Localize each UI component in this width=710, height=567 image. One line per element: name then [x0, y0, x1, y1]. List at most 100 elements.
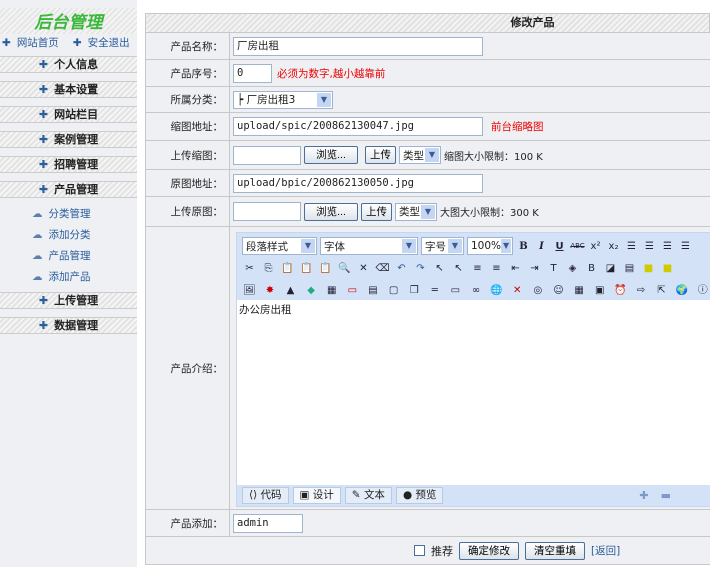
- unordered-list-icon[interactable]: ≡: [489, 261, 504, 276]
- fullscreen-icon[interactable]: ⇱: [654, 283, 669, 298]
- zoom-select[interactable]: 100% ▼: [467, 237, 513, 255]
- copy-page-icon[interactable]: ❐: [407, 283, 422, 298]
- underline-icon[interactable]: U: [552, 239, 567, 254]
- layer-back-icon[interactable]: ■: [660, 261, 675, 276]
- highlight-icon[interactable]: ◈: [565, 261, 580, 276]
- design-mode-tab[interactable]: ▣ 设计: [292, 487, 341, 504]
- select-all-icon[interactable]: ↖: [451, 261, 466, 276]
- unlink-icon[interactable]: ✕: [510, 283, 525, 298]
- font-select[interactable]: 字体 ▼: [320, 237, 418, 255]
- table-icon[interactable]: ▦: [324, 283, 339, 298]
- web-link-icon[interactable]: 🌐: [489, 283, 504, 298]
- sub-item-category-manage[interactable]: ☁ 分类管理: [32, 206, 91, 221]
- paragraph-style-select[interactable]: 段落样式 ▼: [242, 237, 317, 255]
- section-settings[interactable]: ✚ 基本设置: [0, 81, 137, 98]
- outdent-icon[interactable]: ⇤: [508, 261, 523, 276]
- find-icon[interactable]: 🔍: [337, 261, 352, 276]
- thumb-upload-button[interactable]: 上传: [365, 146, 396, 164]
- submit-button[interactable]: 确定修改: [459, 541, 519, 560]
- section-uploads[interactable]: ✚ 上传管理: [0, 292, 137, 309]
- select-icon[interactable]: ↖: [432, 261, 447, 276]
- anchor-icon[interactable]: ◎: [531, 283, 546, 298]
- link-icon[interactable]: ∞: [469, 283, 484, 298]
- align-center-icon[interactable]: ☰: [642, 239, 657, 254]
- image-upload-button[interactable]: 上传: [361, 202, 392, 221]
- expand-icon[interactable]: ✚: [639, 489, 648, 502]
- back-link[interactable]: [返回]: [591, 543, 620, 558]
- name-input[interactable]: 厂房出租: [233, 36, 483, 56]
- image-browse-button[interactable]: 浏览...: [304, 202, 358, 221]
- section-personal[interactable]: ✚ 个人信息: [0, 56, 137, 73]
- paste-text-icon[interactable]: 📋: [299, 261, 314, 276]
- align-right-icon[interactable]: ☰: [660, 239, 675, 254]
- file-icon[interactable]: ◆: [304, 283, 319, 298]
- mode-label: 文本: [363, 489, 385, 501]
- paste-icon[interactable]: 📋: [280, 261, 295, 276]
- layer-front-icon[interactable]: ■: [641, 261, 656, 276]
- justify-icon[interactable]: ☰: [678, 239, 693, 254]
- image-file-input[interactable]: [233, 202, 301, 221]
- text-color-icon[interactable]: T: [546, 261, 561, 276]
- section-data[interactable]: ✚ 数据管理: [0, 317, 137, 334]
- globe-icon[interactable]: 🌍: [675, 283, 690, 298]
- section-columns[interactable]: ✚ 网站栏目: [0, 106, 137, 123]
- page-break-icon[interactable]: ⇨: [634, 283, 649, 298]
- delete-icon[interactable]: ✕: [356, 261, 371, 276]
- thumb-file-input[interactable]: [233, 145, 301, 165]
- info-icon[interactable]: ⓘ: [695, 283, 710, 298]
- sub-item-product-manage[interactable]: ☁ 产品管理: [32, 248, 91, 263]
- line-icon[interactable]: ◪: [603, 261, 618, 276]
- bold-icon[interactable]: B: [516, 239, 531, 254]
- flash-icon[interactable]: ✸: [263, 283, 278, 298]
- reset-button[interactable]: 清空重填: [525, 541, 585, 560]
- thumb-url-input[interactable]: upload/spic/200862130047.jpg: [233, 117, 483, 136]
- media-icon[interactable]: ▲: [283, 283, 298, 298]
- align-left-icon[interactable]: ☰: [624, 239, 639, 254]
- insert-image-icon[interactable]: 🖼: [242, 283, 257, 298]
- font-size-select[interactable]: 字号 ▼: [421, 237, 464, 255]
- paste-word-icon[interactable]: 📋: [318, 261, 333, 276]
- redo-icon[interactable]: ↷: [413, 261, 428, 276]
- eraser-icon[interactable]: ⌫: [375, 261, 390, 276]
- preview-mode-tab[interactable]: ● 预览: [395, 487, 444, 504]
- cut-icon[interactable]: ✂: [242, 261, 257, 276]
- section-jobs[interactable]: ✚ 招聘管理: [0, 156, 137, 173]
- image-url-input[interactable]: upload/bpic/200862130050.jpg: [233, 173, 483, 193]
- editor-content-area[interactable]: 办公房出租: [237, 300, 710, 485]
- image-type-select[interactable]: 类型 ▼: [395, 202, 437, 221]
- code-mode-tab[interactable]: ⟨⟩ 代码: [242, 487, 289, 504]
- emoticon-icon[interactable]: ☺: [551, 283, 566, 298]
- sub-item-add-category[interactable]: ☁ 添加分类: [32, 227, 91, 242]
- logout-link[interactable]: ✚ 安全退出: [73, 35, 130, 50]
- border-icon[interactable]: ▤: [622, 261, 637, 276]
- subscript-icon[interactable]: x₂: [606, 239, 621, 254]
- category-select[interactable]: ┝ 厂房出租3 ▼: [233, 90, 333, 109]
- indent-icon[interactable]: ⇥: [527, 261, 542, 276]
- recommend-checkbox[interactable]: [414, 545, 425, 556]
- thumb-browse-button[interactable]: 浏览...: [304, 146, 358, 164]
- form-icon[interactable]: ▭: [345, 283, 360, 298]
- time-icon[interactable]: ⏰: [613, 283, 628, 298]
- order-input[interactable]: 0: [233, 63, 272, 83]
- strikethrough-icon[interactable]: ABC: [570, 239, 585, 254]
- marquee-icon[interactable]: ▭: [448, 283, 463, 298]
- shrink-icon[interactable]: ▬: [661, 489, 671, 502]
- italic-icon[interactable]: I: [534, 239, 549, 254]
- copy-icon[interactable]: ⎘: [261, 261, 276, 276]
- text-mode-tab[interactable]: ✎ 文本: [344, 487, 392, 504]
- background-color-icon[interactable]: B: [584, 261, 599, 276]
- adder-input[interactable]: admin: [233, 513, 303, 533]
- site-home-link[interactable]: ✚ 网站首页: [2, 35, 59, 50]
- frame-icon[interactable]: ▢: [386, 283, 401, 298]
- section-products[interactable]: ✚ 产品管理: [0, 181, 137, 198]
- hr-icon[interactable]: ═: [427, 283, 442, 298]
- thumb-type-select[interactable]: 类型 ▼: [399, 146, 441, 164]
- excel-icon[interactable]: ▦: [572, 283, 587, 298]
- ordered-list-icon[interactable]: ≡: [470, 261, 485, 276]
- date-icon[interactable]: ▣: [592, 283, 607, 298]
- undo-icon[interactable]: ↶: [394, 261, 409, 276]
- section-cases[interactable]: ✚ 案例管理: [0, 131, 137, 148]
- superscript-icon[interactable]: x²: [588, 239, 603, 254]
- grid-icon[interactable]: ▤: [366, 283, 381, 298]
- sub-item-add-product[interactable]: ☁ 添加产品: [32, 269, 91, 284]
